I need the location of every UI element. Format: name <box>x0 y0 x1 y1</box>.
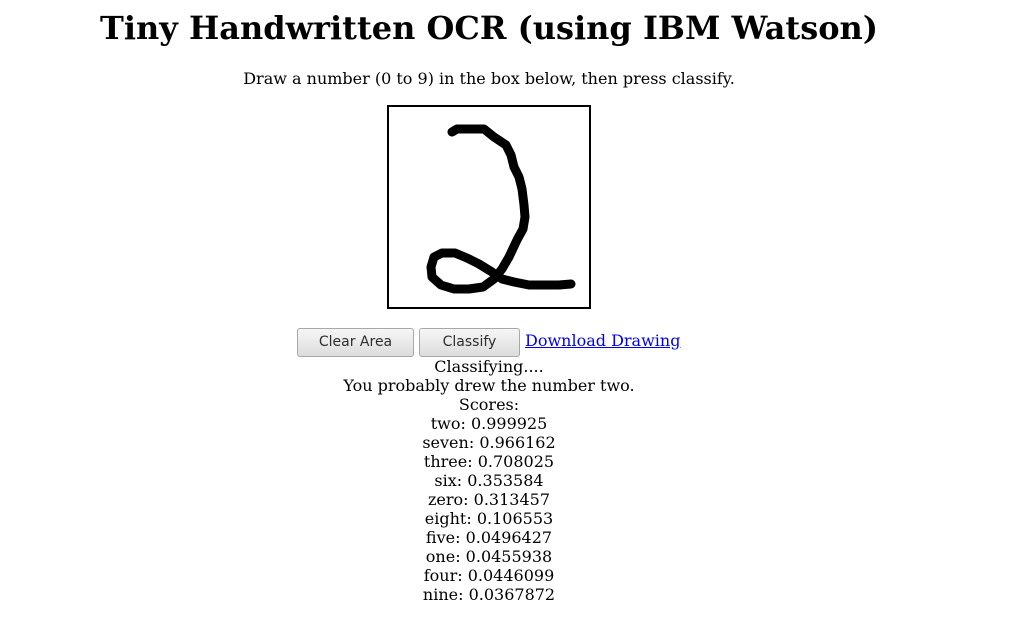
score-value: 0.966162 <box>469 433 556 452</box>
status-text: Classifying.... <box>434 357 544 376</box>
prediction-text: You probably drew the number two. <box>343 376 635 395</box>
score-row-three: three0.708025 <box>0 452 978 471</box>
score-row-five: five0.0496427 <box>0 528 978 547</box>
score-label: one <box>425 547 456 566</box>
page-title: Tiny Handwritten OCR (using IBM Watson) <box>100 9 878 47</box>
score-row-nine: nine0.0367872 <box>0 585 978 604</box>
handwritten-stroke <box>426 124 576 294</box>
score-row-eight: eight0.106553 <box>0 509 978 528</box>
score-label: two <box>430 414 461 433</box>
score-label: zero <box>427 490 464 509</box>
score-row-six: six0.353584 <box>0 471 978 490</box>
score-value: 0.0367872 <box>458 585 555 604</box>
classify-button[interactable]: Classify <box>419 328 520 357</box>
score-label: four <box>423 566 458 585</box>
score-label: eight <box>424 509 467 528</box>
download-drawing-link[interactable]: Download Drawing <box>525 331 680 351</box>
score-value: 0.708025 <box>467 452 554 471</box>
score-label: three <box>423 452 468 471</box>
score-value: 0.313457 <box>463 490 550 509</box>
score-value: 0.106553 <box>466 509 553 528</box>
score-row-zero: zero0.313457 <box>0 490 978 509</box>
score-value: 0.999925 <box>460 414 547 433</box>
score-row-four: four0.0446099 <box>0 566 978 585</box>
score-label: seven <box>422 433 469 452</box>
score-label: six <box>434 471 457 490</box>
score-row-two: two0.999925 <box>0 414 978 433</box>
clear-area-button[interactable]: Clear Area <box>297 328 414 357</box>
instructions-text: Draw a number (0 to 9) in the box below,… <box>243 69 735 88</box>
score-value: 0.0446099 <box>457 566 554 585</box>
score-value: 0.353584 <box>457 471 544 490</box>
score-value: 0.0496427 <box>455 528 552 547</box>
score-row-one: one0.0455938 <box>0 547 978 566</box>
page: Tiny Handwritten OCR (using IBM Watson) … <box>0 0 1012 628</box>
scores-heading: Scores: <box>458 395 520 414</box>
score-label: nine <box>422 585 459 604</box>
score-label: five <box>425 528 456 547</box>
results-panel: Classifying.... You probably drew the nu… <box>0 357 978 604</box>
score-value: 0.0455938 <box>455 547 552 566</box>
score-row-seven: seven0.966162 <box>0 433 978 452</box>
drawing-canvas[interactable] <box>387 105 591 309</box>
